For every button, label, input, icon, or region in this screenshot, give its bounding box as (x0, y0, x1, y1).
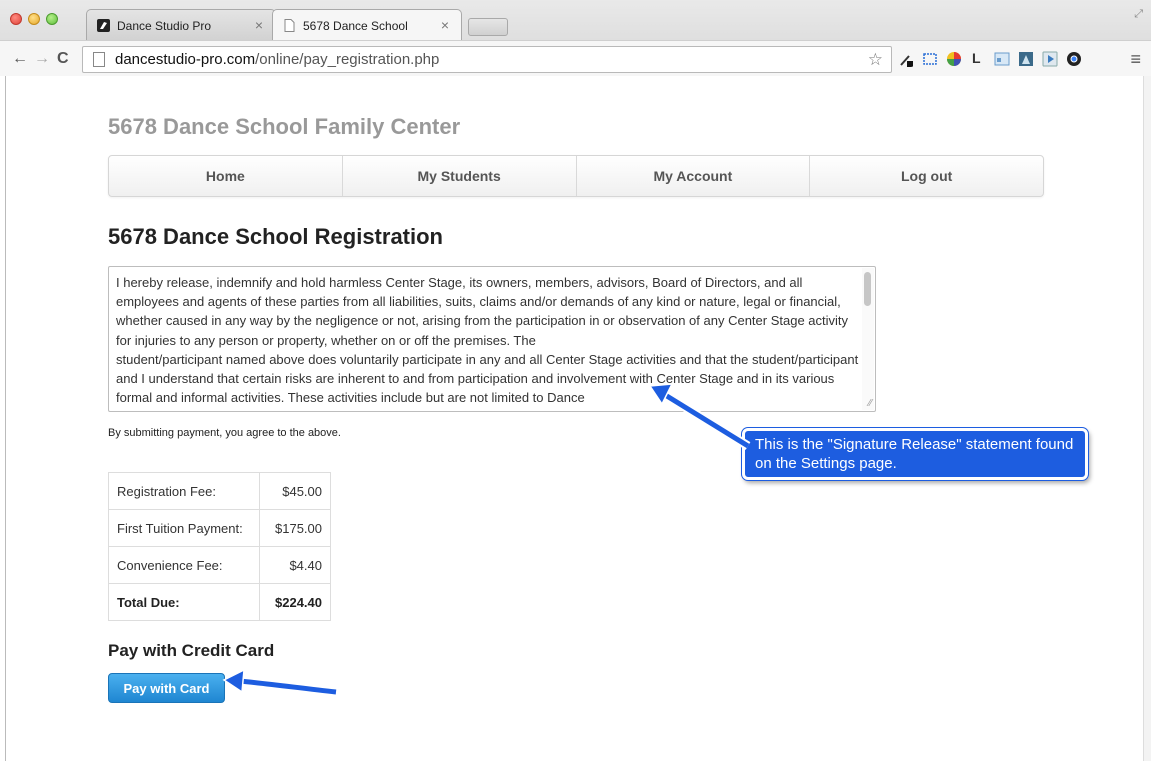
fee-amount: $4.40 (259, 546, 331, 584)
tab-title: 5678 Dance School (303, 19, 408, 33)
fee-label: First Tuition Payment: (108, 509, 260, 547)
total-label: Total Due: (108, 583, 260, 621)
new-tab-button[interactable] (468, 18, 508, 36)
fullscreen-icon[interactable]: ⤢ (1134, 8, 1143, 21)
browser-chrome: Dance Studio Pro × 5678 Dance School × ⤢… (0, 0, 1151, 76)
nav-item-my-students[interactable]: My Students (343, 156, 577, 196)
agreement-note: By submitting payment, you agree to the … (108, 427, 341, 439)
resize-grip-icon[interactable]: ⁄⁄ (869, 398, 872, 409)
zoom-window-button[interactable] (46, 13, 58, 25)
textarea-scrollbar[interactable] (862, 268, 874, 410)
signature-release-textarea[interactable]: I hereby release, indemnify and hold har… (108, 266, 876, 412)
page-scrollbar[interactable] (1143, 76, 1151, 761)
chrome-icon[interactable] (1066, 51, 1082, 67)
tab-close-icon[interactable]: × (255, 17, 263, 33)
url-text[interactable]: dancestudio-pro.com/online/pay_registrat… (115, 51, 439, 68)
pay-section-heading: Pay with Credit Card (108, 641, 275, 660)
table-row: Registration Fee: $45.00 (108, 472, 331, 510)
page-title: 5678 Dance School Registration (108, 224, 443, 249)
fee-amount: $175.00 (259, 509, 331, 547)
address-bar[interactable]: dancestudio-pro.com/online/pay_registrat… (82, 46, 892, 73)
bookmark-star-icon[interactable]: ☆ (868, 50, 883, 70)
eyedropper-icon[interactable] (898, 51, 914, 67)
table-row: Convenience Fee: $4.40 (108, 546, 331, 584)
tab-5678-dance-school[interactable]: 5678 Dance School × (272, 9, 462, 40)
extension-app-icon[interactable] (1018, 51, 1034, 67)
browser-toolbar: ← → C dancestudio-pro.com/online/pay_reg… (0, 40, 1151, 76)
reload-icon[interactable]: C (57, 50, 69, 68)
nav-item-my-account[interactable]: My Account (577, 156, 811, 196)
fee-label: Convenience Fee: (108, 546, 260, 584)
extension-window-icon[interactable] (994, 51, 1010, 67)
arrow-to-pay-button (239, 676, 337, 697)
extension-l-icon[interactable]: L (972, 50, 988, 66)
nav-item-log-out[interactable]: Log out (810, 156, 1043, 196)
tab-dance-studio-pro[interactable]: Dance Studio Pro × (86, 9, 276, 40)
dance-studio-favicon-icon (97, 19, 110, 32)
screenshot-icon[interactable] (922, 51, 938, 67)
back-icon[interactable]: ← (12, 50, 28, 68)
fee-amount: $45.00 (259, 472, 331, 510)
nav-item-home[interactable]: Home (109, 156, 343, 196)
pay-with-card-button[interactable]: Pay with Card (108, 673, 225, 703)
signature-release-text: I hereby release, indemnify and hold har… (116, 275, 859, 406)
page-favicon-icon (284, 19, 295, 32)
tab-title: Dance Studio Pro (117, 19, 212, 33)
tab-close-icon[interactable]: × (441, 17, 449, 33)
minimize-window-button[interactable] (28, 13, 40, 25)
close-window-button[interactable] (10, 13, 22, 25)
main-nav: Home My Students My Account Log out (108, 155, 1044, 197)
annotation-callout: This is the "Signature Release" statemen… (742, 428, 1088, 480)
textarea-scrollbar-thumb[interactable] (864, 272, 871, 306)
window-left-edge (5, 76, 6, 761)
total-row: Total Due: $224.40 (108, 583, 331, 621)
page-icon (93, 52, 105, 67)
table-row: First Tuition Payment: $175.00 (108, 509, 331, 547)
color-wheel-icon[interactable] (946, 51, 962, 67)
menu-icon[interactable]: ≡ (1130, 49, 1141, 70)
fee-summary-table: Registration Fee: $45.00 First Tuition P… (108, 472, 331, 621)
forward-icon[interactable]: → (34, 50, 50, 68)
play-icon[interactable] (1042, 51, 1058, 67)
fee-label: Registration Fee: (108, 472, 260, 510)
annotation-callout-text: This is the "Signature Release" statemen… (755, 436, 1074, 472)
site-title: 5678 Dance School Family Center (108, 114, 461, 139)
total-amount: $224.40 (259, 583, 331, 621)
